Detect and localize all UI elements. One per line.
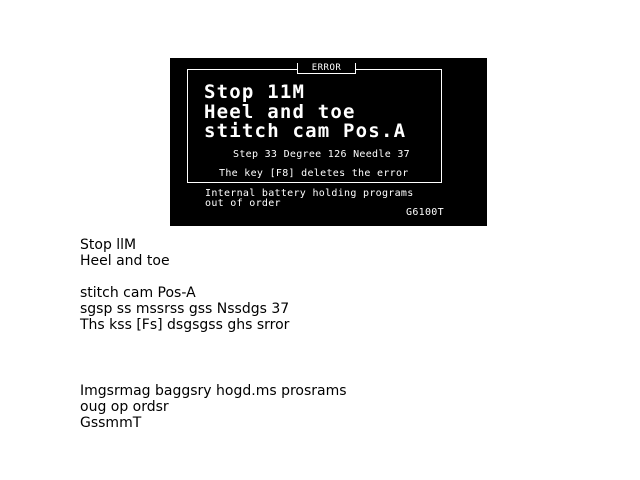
battery-message-line-2: out of order xyxy=(205,198,281,209)
error-headline-line-2: Heel and toe xyxy=(204,101,356,123)
ocr-text-block-bottom: Imgsrmag baggsry hogd.ms prosrams oug op… xyxy=(80,383,347,431)
ocr-text-block-top: Stop llM Heel and toe stitch cam Pos-A s… xyxy=(80,237,289,333)
ocr-line xyxy=(80,269,289,285)
ocr-line: GssmmT xyxy=(80,415,142,431)
machine-error-screen: ERROR Stop 11M Heel and toe stitch cam P… xyxy=(170,58,487,226)
error-code: G6100T xyxy=(406,207,444,218)
ocr-line: sgsp ss mssrss gss Nssdgs 37 xyxy=(80,301,290,317)
step-degree-needle-info: Step 33 Degree 126 Needle 37 xyxy=(233,149,410,160)
ocr-line: oug op ordsr xyxy=(80,399,169,415)
ocr-line: Ths kss [Fs] dsgsgss ghs srror xyxy=(80,317,290,333)
ocr-line: Heel and toe xyxy=(80,253,170,269)
error-headline-line-3: stitch cam Pos.A xyxy=(204,120,407,142)
ocr-line: Imgsrmag baggsry hogd.ms prosrams xyxy=(80,383,347,399)
error-tab-label: ERROR xyxy=(297,63,356,74)
ocr-line: stitch cam Pos-A xyxy=(80,285,196,301)
error-headline-line-1: Stop 11M xyxy=(204,81,306,103)
delete-error-hint: The key [F8] deletes the error xyxy=(219,168,409,179)
ocr-line: Stop llM xyxy=(80,237,137,253)
